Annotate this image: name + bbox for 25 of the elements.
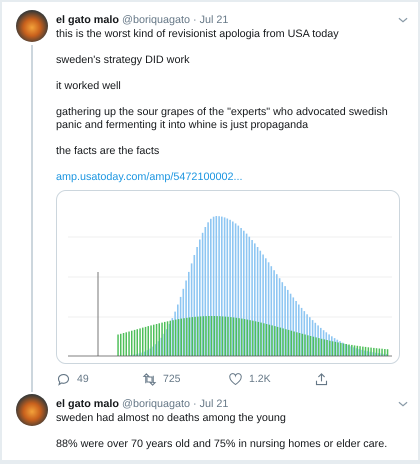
author-handle[interactable]: @boriquagato [122,14,190,26]
reply-icon[interactable] [56,372,71,386]
tweet-text: sweden had almost no deaths among the young [56,412,287,425]
tweet-date[interactable]: Jul 21 [200,398,228,410]
tweet-text: it worked well [56,80,122,93]
dot-separator: · [193,14,197,26]
dot-separator: · [193,398,197,410]
author-name[interactable]: el gato malo [56,14,119,26]
share-icon[interactable] [314,372,329,386]
tweet-text: sweden's strategy DID work [56,54,190,67]
action-count: 725 [163,373,181,385]
author-handle[interactable]: @boriquagato [122,398,190,410]
avatar[interactable] [16,394,48,426]
tweet-text: 88% were over 70 years old and 75% in nursing homes or elder care. [56,438,388,451]
avatar[interactable] [16,10,48,42]
action-count: 49 [77,373,89,385]
tweet-text: this is the worst kind of revisionist apologia from USA today [56,28,340,41]
tweet-text: the facts are the facts [56,145,160,158]
tweet-link[interactable]: amp.usatoday.com/amp/5472100002... [56,171,242,184]
tweet-text: gathering up the sour grapes of the "experts" who advocated swedish panic and fermenting it into whine is just propaganda [56,106,389,132]
heart-icon[interactable] [228,372,243,386]
retweet-icon[interactable] [142,372,157,386]
author-name[interactable]: el gato malo [56,398,119,410]
tweet-date[interactable]: Jul 21 [200,14,228,26]
action-count: 1.2K [249,373,271,385]
